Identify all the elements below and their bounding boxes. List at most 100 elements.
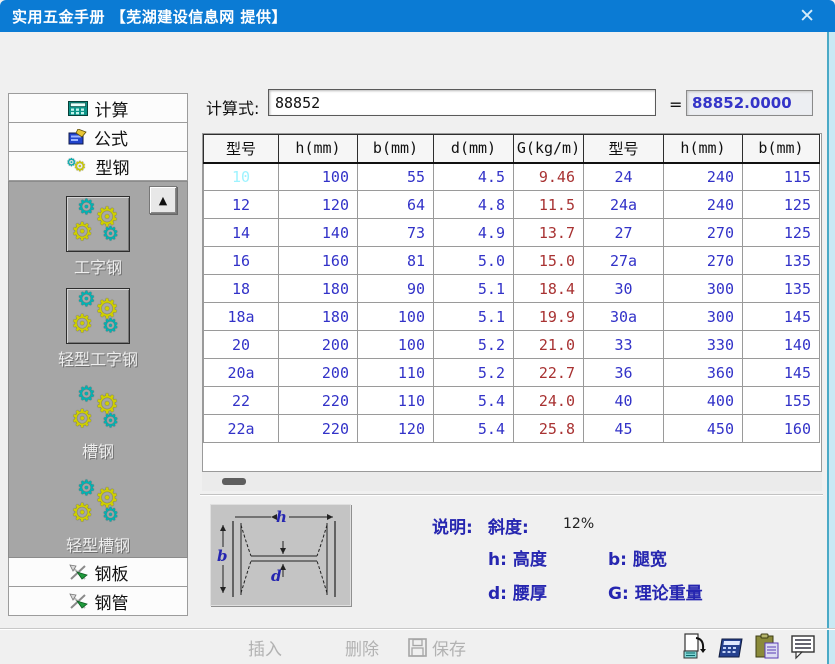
sidebar-item-steel-plate[interactable]: 钢板 xyxy=(8,557,188,587)
table-cell[interactable]: 16 xyxy=(204,247,279,275)
table-cell[interactable]: 27a xyxy=(584,247,664,275)
calculator-icon[interactable] xyxy=(718,633,745,660)
table-cell[interactable]: 24 xyxy=(584,163,664,191)
table-cell[interactable]: 27 xyxy=(584,219,664,247)
table-cell[interactable]: 4.9 xyxy=(434,219,514,247)
table-cell[interactable]: 18 xyxy=(204,275,279,303)
table-cell[interactable]: 220 xyxy=(279,415,358,443)
table-cell[interactable]: 21.0 xyxy=(514,331,584,359)
column-header[interactable]: 型号 xyxy=(204,135,279,163)
table-cell[interactable]: 24a xyxy=(584,191,664,219)
table-cell[interactable]: 30a xyxy=(584,303,664,331)
table-cell[interactable]: 12 xyxy=(204,191,279,219)
scroll-up-button[interactable]: ▲ xyxy=(149,186,177,214)
sidebar-item-steel-pipe[interactable]: 钢管 xyxy=(8,586,188,616)
table-cell[interactable]: 330 xyxy=(664,331,743,359)
column-header[interactable]: b(mm) xyxy=(358,135,434,163)
table-cell[interactable]: 140 xyxy=(743,331,820,359)
table-cell[interactable]: 14 xyxy=(204,219,279,247)
table-cell[interactable]: 18a xyxy=(204,303,279,331)
table-cell[interactable]: 22.7 xyxy=(514,359,584,387)
table-cell[interactable]: 9.46 xyxy=(514,163,584,191)
table-cell[interactable]: 5.4 xyxy=(434,387,514,415)
table-cell[interactable]: 160 xyxy=(279,247,358,275)
table-cell[interactable]: 270 xyxy=(664,219,743,247)
table-cell[interactable]: 10 xyxy=(204,163,279,191)
column-header[interactable]: d(mm) xyxy=(434,135,514,163)
table-cell[interactable]: 145 xyxy=(743,359,820,387)
table-cell[interactable]: 36 xyxy=(584,359,664,387)
table-cell[interactable]: 115 xyxy=(743,163,820,191)
table-cell[interactable]: 100 xyxy=(358,331,434,359)
table-cell[interactable]: 33 xyxy=(584,331,664,359)
table-cell[interactable]: 24.0 xyxy=(514,387,584,415)
close-icon[interactable]: ✕ xyxy=(791,0,823,32)
table-cell[interactable]: 400 xyxy=(664,387,743,415)
table-cell[interactable]: 30 xyxy=(584,275,664,303)
table-cell[interactable]: 13.7 xyxy=(514,219,584,247)
table-cell[interactable]: 15.0 xyxy=(514,247,584,275)
table-cell[interactable]: 240 xyxy=(664,191,743,219)
tool-item-light-i-beam[interactable]: ⚙ ⚙ ⚙ ⚙ 轻型工字钢 xyxy=(58,288,138,370)
table-cell[interactable]: 73 xyxy=(358,219,434,247)
table-cell[interactable]: 180 xyxy=(279,275,358,303)
table-cell[interactable]: 120 xyxy=(279,191,358,219)
table-cell[interactable]: 40 xyxy=(584,387,664,415)
table-cell[interactable]: 4.8 xyxy=(434,191,514,219)
table-cell[interactable]: 110 xyxy=(358,387,434,415)
sidebar-item-calculate[interactable]: 计算 xyxy=(8,93,188,123)
comment-icon[interactable] xyxy=(790,633,817,660)
table-cell[interactable]: 360 xyxy=(664,359,743,387)
table-cell[interactable]: 5.1 xyxy=(434,303,514,331)
column-header[interactable]: G(kg/m) xyxy=(514,135,584,163)
table-cell[interactable]: 5.0 xyxy=(434,247,514,275)
table-cell[interactable]: 110 xyxy=(358,359,434,387)
table-cell[interactable]: 20 xyxy=(204,331,279,359)
table-cell[interactable]: 200 xyxy=(279,331,358,359)
table-cell[interactable]: 120 xyxy=(358,415,434,443)
tool-item-i-beam[interactable]: ⚙ ⚙ ⚙ ⚙ 工字钢 xyxy=(66,196,130,278)
table-cell[interactable]: 11.5 xyxy=(514,191,584,219)
table-cell[interactable]: 45 xyxy=(584,415,664,443)
copy-icon[interactable] xyxy=(682,633,709,660)
table-cell[interactable]: 5.4 xyxy=(434,415,514,443)
table-cell[interactable]: 135 xyxy=(743,247,820,275)
save-button[interactable]: 保存 xyxy=(408,635,466,660)
horizontal-scrollbar[interactable] xyxy=(202,472,822,491)
formula-input[interactable] xyxy=(268,89,656,116)
tool-item-channel-steel[interactable]: ⚙ ⚙ ⚙ ⚙ 槽钢 xyxy=(71,386,125,462)
table-cell[interactable]: 300 xyxy=(664,275,743,303)
table-cell[interactable]: 220 xyxy=(279,387,358,415)
table-cell[interactable]: 450 xyxy=(664,415,743,443)
column-header[interactable]: b(mm) xyxy=(743,135,820,163)
column-header[interactable]: h(mm) xyxy=(279,135,358,163)
table-cell[interactable]: 5.1 xyxy=(434,275,514,303)
table-cell[interactable]: 180 xyxy=(279,303,358,331)
table-cell[interactable]: 19.9 xyxy=(514,303,584,331)
table-cell[interactable]: 90 xyxy=(358,275,434,303)
table-cell[interactable]: 18.4 xyxy=(514,275,584,303)
table-cell[interactable]: 140 xyxy=(279,219,358,247)
table-cell[interactable]: 135 xyxy=(743,275,820,303)
table-cell[interactable]: 155 xyxy=(743,387,820,415)
column-header[interactable]: h(mm) xyxy=(664,135,743,163)
column-header[interactable]: 型号 xyxy=(584,135,664,163)
table-cell[interactable]: 240 xyxy=(664,163,743,191)
table-cell[interactable]: 5.2 xyxy=(434,331,514,359)
table-cell[interactable]: 145 xyxy=(743,303,820,331)
sidebar-item-formula[interactable]: 公式 xyxy=(8,122,188,152)
table-cell[interactable]: 55 xyxy=(358,163,434,191)
table-cell[interactable]: 200 xyxy=(279,359,358,387)
table-cell[interactable]: 125 xyxy=(743,191,820,219)
table-cell[interactable]: 25.8 xyxy=(514,415,584,443)
delete-button[interactable]: 删除 xyxy=(345,635,379,660)
table-cell[interactable]: 270 xyxy=(664,247,743,275)
table-cell[interactable]: 5.2 xyxy=(434,359,514,387)
scrollbar-thumb[interactable] xyxy=(222,478,246,485)
table-cell[interactable]: 100 xyxy=(279,163,358,191)
paste-icon[interactable] xyxy=(754,633,781,660)
table-cell[interactable]: 64 xyxy=(358,191,434,219)
insert-button[interactable]: 插入 xyxy=(248,635,282,660)
table-cell[interactable]: 22a xyxy=(204,415,279,443)
tool-item-light-channel-steel[interactable]: ⚙ ⚙ ⚙ ⚙ 轻型槽钢 xyxy=(66,480,130,556)
